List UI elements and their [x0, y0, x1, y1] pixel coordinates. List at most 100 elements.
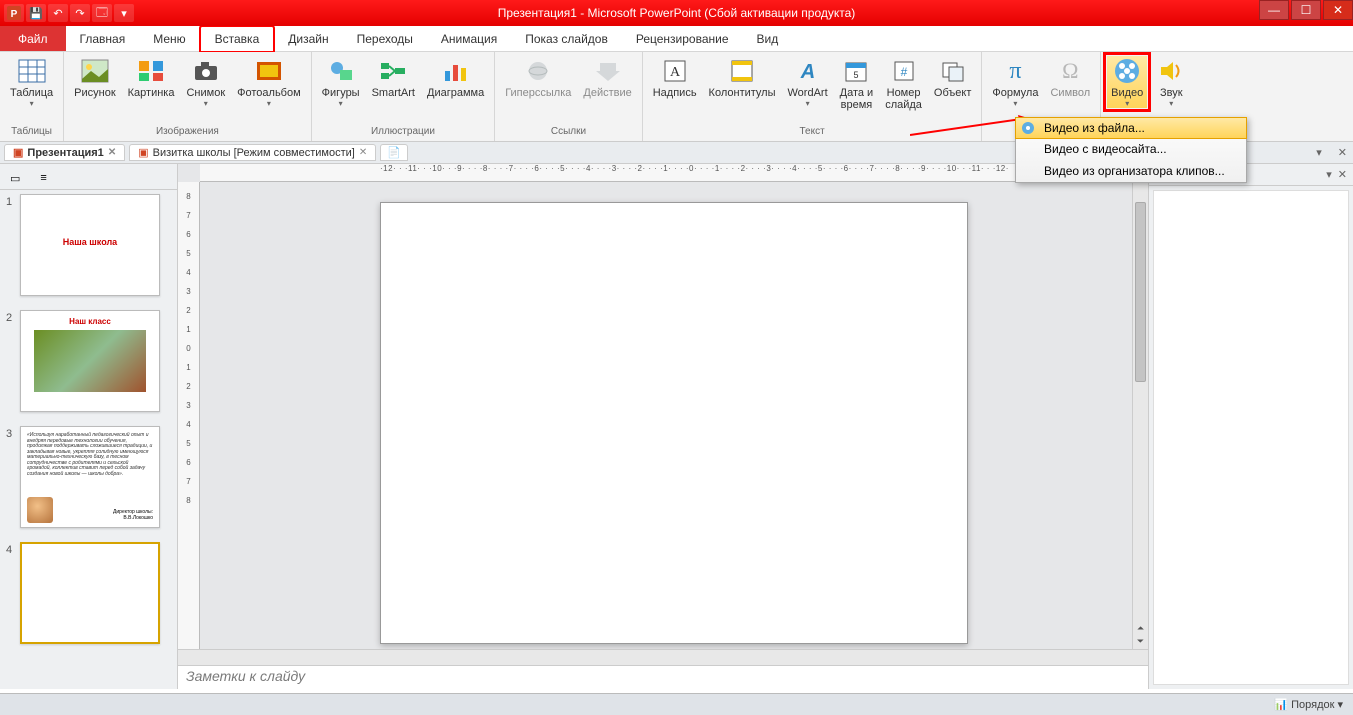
photoalbum-icon: [254, 56, 284, 86]
window-controls: — ☐ ✕: [1257, 0, 1353, 20]
dropdown-icon[interactable]: ▾: [1326, 168, 1332, 181]
tab-review[interactable]: Рецензирование: [622, 26, 743, 51]
screenshot-button[interactable]: Снимок▾: [182, 56, 229, 108]
dropdown-icon[interactable]: ▾: [1310, 146, 1328, 159]
table-icon: [17, 56, 47, 86]
audio-button[interactable]: Звук▾: [1151, 56, 1191, 108]
hyperlink-button: Гиперссылка: [501, 56, 575, 99]
thumb-3[interactable]: 3 «Используя наработанный педагогический…: [0, 422, 177, 538]
document-tab-2[interactable]: ▣ Визитка школы [Режим совместимости] ✕: [129, 144, 376, 161]
slidenumber-icon: #: [889, 56, 919, 86]
camera-icon: [191, 56, 221, 86]
slides-tab-icon[interactable]: ▭: [10, 172, 20, 185]
notes-bar[interactable]: Заметки к слайду: [178, 665, 1148, 689]
chevron-down-icon: ▾: [806, 99, 810, 108]
close-button[interactable]: ✕: [1323, 0, 1353, 20]
save-icon[interactable]: 💾: [26, 4, 46, 22]
textbox-button[interactable]: AНадпись: [649, 56, 701, 99]
titlebar: P 💾 ↶ ↷ 🗔 ▾ Презентация1 - Microsoft Pow…: [0, 0, 1353, 26]
undo-icon[interactable]: ↶: [48, 4, 68, 22]
video-from-clipart-item[interactable]: Видео из организатора клипов...: [1016, 160, 1246, 182]
shapes-icon: [326, 56, 356, 86]
object-button[interactable]: Объект: [930, 56, 975, 99]
clipart-icon: [136, 56, 166, 86]
slide-canvas[interactable]: [380, 202, 968, 644]
tab-slideshow[interactable]: Показ слайдов: [511, 26, 622, 51]
document-tab-new[interactable]: 📄: [380, 144, 408, 161]
chevron-down-icon: ▾: [1013, 99, 1017, 108]
chart-button[interactable]: Диаграмма: [423, 56, 488, 99]
smartart-button[interactable]: SmartArt: [368, 56, 419, 99]
headerfooter-icon: [727, 56, 757, 86]
tab-menu[interactable]: Меню: [139, 26, 199, 51]
chevron-down-icon: ▾: [1125, 99, 1129, 108]
tab-animation[interactable]: Анимация: [427, 26, 511, 51]
hyperlink-icon: [523, 56, 553, 86]
action-button: Действие: [579, 56, 635, 99]
qat-more-icon[interactable]: ▾: [114, 4, 134, 22]
tab-design[interactable]: Дизайн: [274, 26, 342, 51]
qat-btn[interactable]: 🗔: [92, 4, 112, 22]
close-icon[interactable]: ✕: [108, 147, 116, 158]
outline-tab-icon[interactable]: ≡: [40, 172, 46, 185]
window-title: Презентация1 - Microsoft PowerPoint (Сбо…: [0, 6, 1353, 20]
smartart-icon: [378, 56, 408, 86]
audio-icon: [1156, 56, 1186, 86]
chart-icon: [441, 56, 471, 86]
ribbon-group-text: AНадпись Колонтитулы AWordArt▾ 5Дата и в…: [643, 52, 983, 141]
datetime-button[interactable]: 5Дата и время: [836, 56, 878, 111]
powerpoint-icon[interactable]: P: [4, 4, 24, 22]
video-button[interactable]: Видео▾: [1107, 56, 1147, 108]
svg-text:A: A: [799, 61, 814, 83]
slide-thumbnails-panel: ▭ ≡ 1 Наша школа 2 Наш класс 3 «Использу…: [0, 164, 178, 689]
horizontal-ruler: ·12· · ·11· · ·10· · ·9· · · ·8· · · ·7·…: [200, 164, 1148, 182]
prev-slide-icon[interactable]: ⏶: [1137, 623, 1144, 634]
tab-home[interactable]: Главная: [66, 26, 140, 51]
close-icon[interactable]: ✕: [359, 147, 367, 158]
order-button[interactable]: 📊 Порядок ▾: [1274, 698, 1343, 711]
symbol-button: ΩСимвол: [1046, 56, 1094, 99]
picture-icon: [80, 56, 110, 86]
action-icon: [593, 56, 623, 86]
chevron-down-icon: ▾: [204, 99, 208, 108]
close-icon[interactable]: ✕: [1332, 146, 1353, 159]
video-from-website-item[interactable]: Видео с видеосайта...: [1016, 138, 1246, 160]
slide-canvas-scroll[interactable]: ⏶⏷: [200, 182, 1148, 649]
shapes-button[interactable]: Фигуры▾: [318, 56, 364, 108]
tab-insert[interactable]: Вставка: [200, 26, 275, 52]
svg-text:#: #: [900, 65, 907, 79]
maximize-button[interactable]: ☐: [1291, 0, 1321, 20]
thumb-4[interactable]: 4: [0, 538, 177, 654]
document-tab-1[interactable]: ▣ Презентация1 ✕: [4, 144, 125, 161]
slidenumber-button[interactable]: #Номер слайда: [881, 56, 926, 111]
wordart-button[interactable]: AWordArt▾: [784, 56, 832, 108]
svg-text:A: A: [670, 65, 681, 80]
ribbon-group-links: Гиперссылка Действие Ссылки: [495, 52, 643, 141]
next-slide-icon[interactable]: ⏷: [1137, 636, 1144, 647]
table-button[interactable]: Таблица ▾: [6, 56, 57, 108]
vertical-scrollbar[interactable]: ⏶⏷: [1132, 182, 1148, 649]
equation-button[interactable]: πФормула▾: [988, 56, 1042, 108]
film-reel-icon: [1020, 120, 1036, 136]
scroll-thumb[interactable]: [1135, 202, 1146, 382]
thumb-2[interactable]: 2 Наш класс: [0, 306, 177, 422]
datetime-icon: 5: [841, 56, 871, 86]
redo-icon[interactable]: ↷: [70, 4, 90, 22]
picture-button[interactable]: Рисунок: [70, 56, 120, 99]
headerfooter-button[interactable]: Колонтитулы: [705, 56, 780, 99]
tab-transitions[interactable]: Переходы: [343, 26, 427, 51]
tab-view[interactable]: Вид: [743, 26, 793, 51]
photoalbum-button[interactable]: Фотоальбом▾: [233, 56, 305, 108]
chevron-down-icon: ▾: [30, 99, 34, 108]
file-tab[interactable]: Файл: [0, 26, 66, 51]
thumb-1[interactable]: 1 Наша школа: [0, 190, 177, 306]
video-from-file-item[interactable]: Видео из файла...: [1015, 117, 1247, 139]
statusbar: 📊 Порядок ▾: [0, 693, 1353, 715]
minimize-button[interactable]: —: [1259, 0, 1289, 20]
object-icon: [938, 56, 968, 86]
clipart-button[interactable]: Картинка: [124, 56, 179, 99]
close-icon[interactable]: ✕: [1338, 168, 1347, 181]
svg-text:5: 5: [854, 70, 859, 80]
ribbon-group-illustrations: Фигуры▾ SmartArt Диаграмма Иллюстрации: [312, 52, 496, 141]
horizontal-scrollbar[interactable]: [178, 649, 1148, 665]
